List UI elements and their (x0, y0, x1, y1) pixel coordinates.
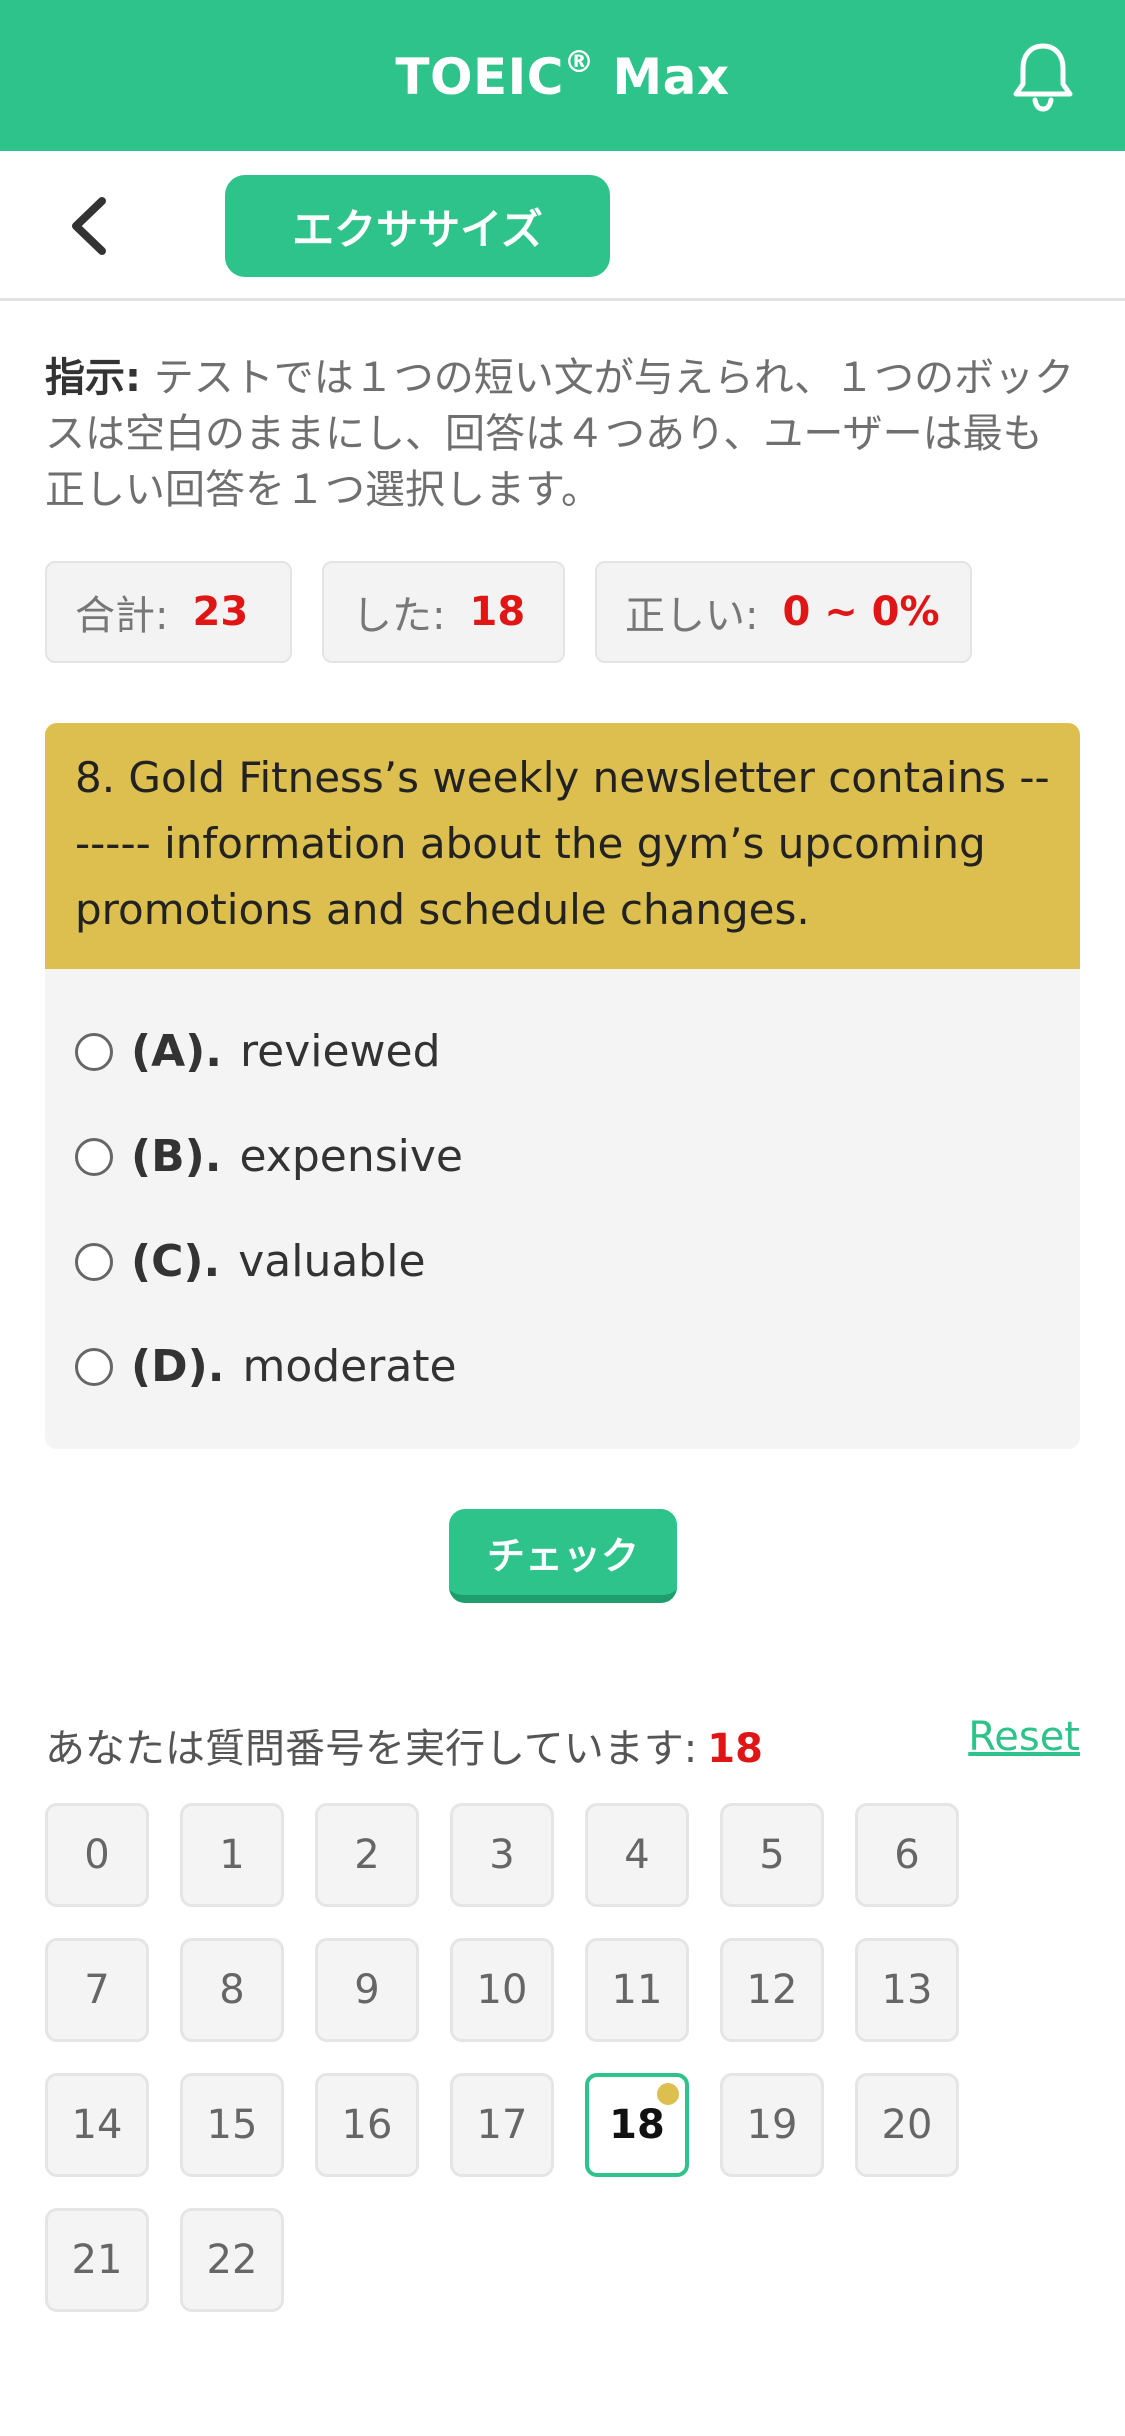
question-number-label: 9 (354, 1967, 380, 2013)
question-number-button[interactable]: 8 (180, 1938, 284, 2042)
instruction-text: 指示: テストでは１つの短い文が与えられ、１つのボックスは空白のままにし、回答は… (45, 350, 1080, 518)
question-number-button[interactable]: 12 (720, 1938, 824, 2042)
question-text: 8. Gold Fitness’s weekly newsletter cont… (45, 723, 1080, 969)
question-number-button[interactable]: 1 (180, 1803, 284, 1907)
question-card: 8. Gold Fitness’s weekly newsletter cont… (45, 723, 1080, 1449)
option-b[interactable]: (B). expensive (45, 1104, 1080, 1209)
question-number-label: 15 (206, 2102, 258, 2148)
radio-button[interactable] (75, 1347, 113, 1386)
radio-button[interactable] (75, 1242, 113, 1281)
question-number-label: 6 (894, 1832, 920, 1878)
question-number-button[interactable]: 18 (585, 2073, 689, 2177)
answer-options: (A). reviewed (B). expensive (C). valuab… (45, 969, 1080, 1419)
question-number-label: 8 (219, 1967, 245, 2013)
top-app-bar: TOEIC® Max (0, 0, 1125, 151)
question-number-button[interactable]: 21 (45, 2208, 149, 2312)
question-number-button[interactable]: 9 (315, 1938, 419, 2042)
tab-exercise[interactable]: エクササイズ (225, 175, 610, 277)
question-number-button[interactable]: 6 (855, 1803, 959, 1907)
question-number-label: 12 (746, 1967, 798, 2013)
stat-done: した: 18 (322, 561, 565, 663)
question-number-button[interactable]: 14 (45, 2073, 149, 2177)
question-number-button[interactable]: 0 (45, 1803, 149, 1907)
bell-icon[interactable] (1011, 40, 1075, 112)
question-number-button[interactable]: 20 (855, 2073, 959, 2177)
stat-correct: 正しい: 0 ~ 0% (595, 561, 972, 663)
question-number-button[interactable]: 22 (180, 2208, 284, 2312)
question-number-button[interactable]: 4 (585, 1803, 689, 1907)
question-number-label: 0 (84, 1832, 110, 1878)
question-number-label: 16 (341, 2102, 393, 2148)
progress-label: あなたは質問番号を実行しています: 18 (45, 1726, 763, 1772)
question-number-label: 10 (476, 1967, 528, 2013)
question-number-label: 20 (881, 2102, 933, 2148)
question-number-button[interactable]: 3 (450, 1803, 554, 1907)
question-number-button[interactable]: 5 (720, 1803, 824, 1907)
question-number-label: 14 (71, 2102, 123, 2148)
app-title: TOEIC® Max (395, 45, 730, 106)
question-number-label: 2 (354, 1832, 380, 1878)
question-number-button[interactable]: 11 (585, 1938, 689, 2042)
question-number-label: 1 (219, 1832, 245, 1878)
question-number-button[interactable]: 19 (720, 2073, 824, 2177)
current-indicator-dot (657, 2083, 679, 2105)
reset-link[interactable]: Reset (968, 1714, 1080, 1760)
question-number-button[interactable]: 17 (450, 2073, 554, 2177)
radio-button[interactable] (75, 1137, 113, 1176)
question-number-label: 18 (609, 2102, 665, 2148)
option-c[interactable]: (C). valuable (45, 1209, 1080, 1314)
option-a[interactable]: (A). reviewed (45, 999, 1080, 1104)
question-number-label: 21 (71, 2237, 123, 2283)
question-number-button[interactable]: 10 (450, 1938, 554, 2042)
question-number-label: 11 (611, 1967, 663, 2013)
question-number-button[interactable]: 13 (855, 1938, 959, 2042)
question-number-label: 4 (624, 1832, 650, 1878)
sub-navigation: エクササイズ (0, 151, 1125, 301)
question-number-label: 7 (84, 1967, 110, 2013)
question-number-label: 3 (489, 1832, 515, 1878)
question-number-button[interactable]: 2 (315, 1803, 419, 1907)
question-number-label: 22 (206, 2237, 258, 2283)
instruction-body: テストでは１つの短い文が与えられ、１つのボックスは空白のままにし、回答は４つあり… (45, 355, 1075, 513)
question-number-label: 5 (759, 1832, 785, 1878)
question-number-button[interactable]: 15 (180, 2073, 284, 2177)
question-number-button[interactable]: 7 (45, 1938, 149, 2042)
question-number-label: 17 (476, 2102, 528, 2148)
question-number-label: 13 (881, 1967, 933, 2013)
radio-button[interactable] (75, 1032, 113, 1071)
option-d[interactable]: (D). moderate (45, 1314, 1080, 1419)
chevron-left-icon[interactable] (62, 193, 118, 259)
instruction-label: 指示: (45, 355, 141, 401)
check-button[interactable]: チェック (449, 1509, 677, 1603)
stat-total: 合計: 23 (45, 561, 292, 663)
question-number-label: 19 (746, 2102, 798, 2148)
current-question-number: 18 (707, 1726, 763, 1772)
question-number-button[interactable]: 16 (315, 2073, 419, 2177)
